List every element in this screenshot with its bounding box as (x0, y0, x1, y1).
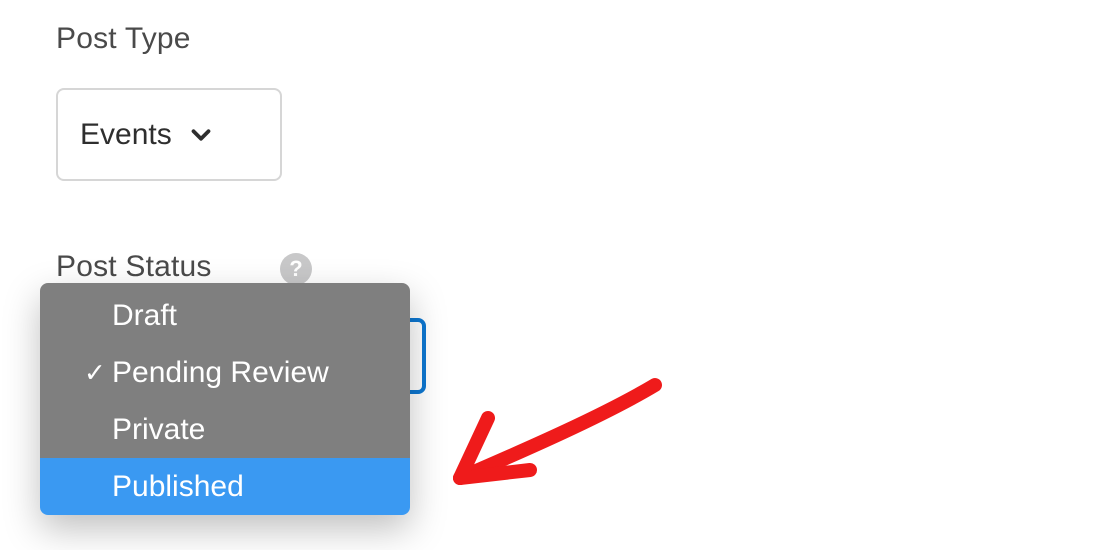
dropdown-option-pending-review[interactable]: ✓ Pending Review (40, 344, 410, 401)
check-icon: ✓ (84, 357, 106, 388)
post-status-label: Post Status (56, 250, 212, 284)
dropdown-option-private[interactable]: Private (40, 401, 410, 458)
dropdown-option-label: Private (112, 413, 205, 447)
post-type-label: Post Type (56, 22, 191, 56)
post-status-dropdown[interactable]: Draft ✓ Pending Review Private Published (40, 283, 410, 515)
annotation-arrow-icon (430, 370, 690, 550)
dropdown-option-published[interactable]: Published (40, 458, 410, 515)
help-icon-glyph: ? (289, 256, 302, 282)
dropdown-option-label: Published (112, 470, 244, 504)
help-icon[interactable]: ? (280, 253, 312, 285)
chevron-down-icon (186, 120, 216, 150)
dropdown-option-label: Pending Review (112, 356, 329, 390)
dropdown-option-label: Draft (112, 299, 177, 333)
post-type-select[interactable]: Events (56, 88, 282, 181)
post-type-selected-value: Events (80, 118, 172, 152)
dropdown-option-draft[interactable]: Draft (40, 283, 410, 344)
